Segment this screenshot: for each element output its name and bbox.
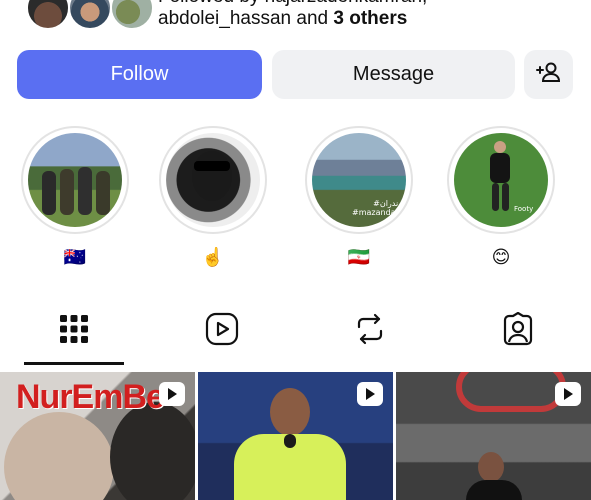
highlight-overlay-text: #مازندران #mazandaran <box>352 199 406 217</box>
grid-icon <box>59 314 89 349</box>
profile-tabs <box>0 300 591 368</box>
profile-page: Followed by hajarzadehkamran, abdolei_ha… <box>0 0 591 500</box>
highlight-label: 🇮🇷 <box>347 247 371 267</box>
follow-button[interactable]: Follow <box>17 50 262 99</box>
media-grid: NurEmBe <box>0 372 591 500</box>
highlight-ring: Footy <box>447 126 555 234</box>
follower-username: abdolei_hassan <box>158 8 292 29</box>
tab-reels[interactable] <box>148 300 296 362</box>
tab-tagged[interactable] <box>444 300 591 362</box>
reel-icon <box>357 382 383 406</box>
avatar <box>68 0 112 30</box>
highlight-item[interactable]: Footy 😊 <box>446 126 556 268</box>
grid-post[interactable] <box>198 372 393 500</box>
highlight-thumbnail: #مازندران #mazandaran <box>312 133 406 227</box>
highlight-thumbnail: Footy <box>454 133 548 227</box>
message-button[interactable]: Message <box>272 50 515 99</box>
highlight-thumbnail <box>166 133 260 227</box>
highlight-label: 🇦🇺 <box>63 247 87 267</box>
followed-by-line1: Followed by hajarzadehkamran, <box>158 0 578 8</box>
highlight-ring <box>21 126 129 234</box>
highlight-ring: #مازندران #mazandaran <box>305 126 413 234</box>
followed-by-text: Followed by hajarzadehkamran, abdolei_ha… <box>158 0 578 30</box>
selected-tab-indicator <box>24 362 124 365</box>
highlight-item[interactable]: 🇦🇺 <box>20 126 130 268</box>
repost-icon <box>354 312 386 351</box>
follower-avatars <box>22 0 154 30</box>
person-plus-icon <box>535 59 562 91</box>
reel-icon <box>555 382 581 406</box>
tab-grid[interactable] <box>0 300 148 362</box>
and-text: and <box>291 8 334 29</box>
highlight-item[interactable]: #مازندران #mazandaran 🇮🇷 <box>304 126 414 268</box>
highlight-thumbnail <box>28 133 122 227</box>
reel-icon <box>159 382 185 406</box>
followed-by-row[interactable]: Followed by hajarzadehkamran, abdolei_ha… <box>22 0 582 32</box>
highlight-item[interactable]: ☝️ <box>158 126 268 268</box>
reels-icon <box>205 312 239 351</box>
tab-reposts[interactable] <box>296 300 444 362</box>
highlight-label: 😊 <box>491 247 511 267</box>
post-overlay-text: NurEmBe <box>16 378 165 416</box>
followed-by-line2: abdolei_hassan and 3 others <box>158 8 578 30</box>
grid-post[interactable]: NurEmBe <box>0 372 195 500</box>
add-user-button[interactable] <box>524 50 573 99</box>
avatar <box>26 0 70 30</box>
highlight-overlay-text: Footy <box>514 205 534 213</box>
grid-post[interactable] <box>396 372 591 500</box>
highlight-label: ☝️ <box>201 247 225 267</box>
tagged-icon <box>501 311 535 351</box>
others-count: 3 others <box>333 8 408 29</box>
story-highlights: 🇦🇺 ☝️ #مازندران #mazandaran 🇮🇷 Footy 😊 <box>0 126 591 276</box>
highlight-ring <box>159 126 267 234</box>
avatar <box>110 0 154 30</box>
profile-actions: Follow Message <box>17 50 573 99</box>
